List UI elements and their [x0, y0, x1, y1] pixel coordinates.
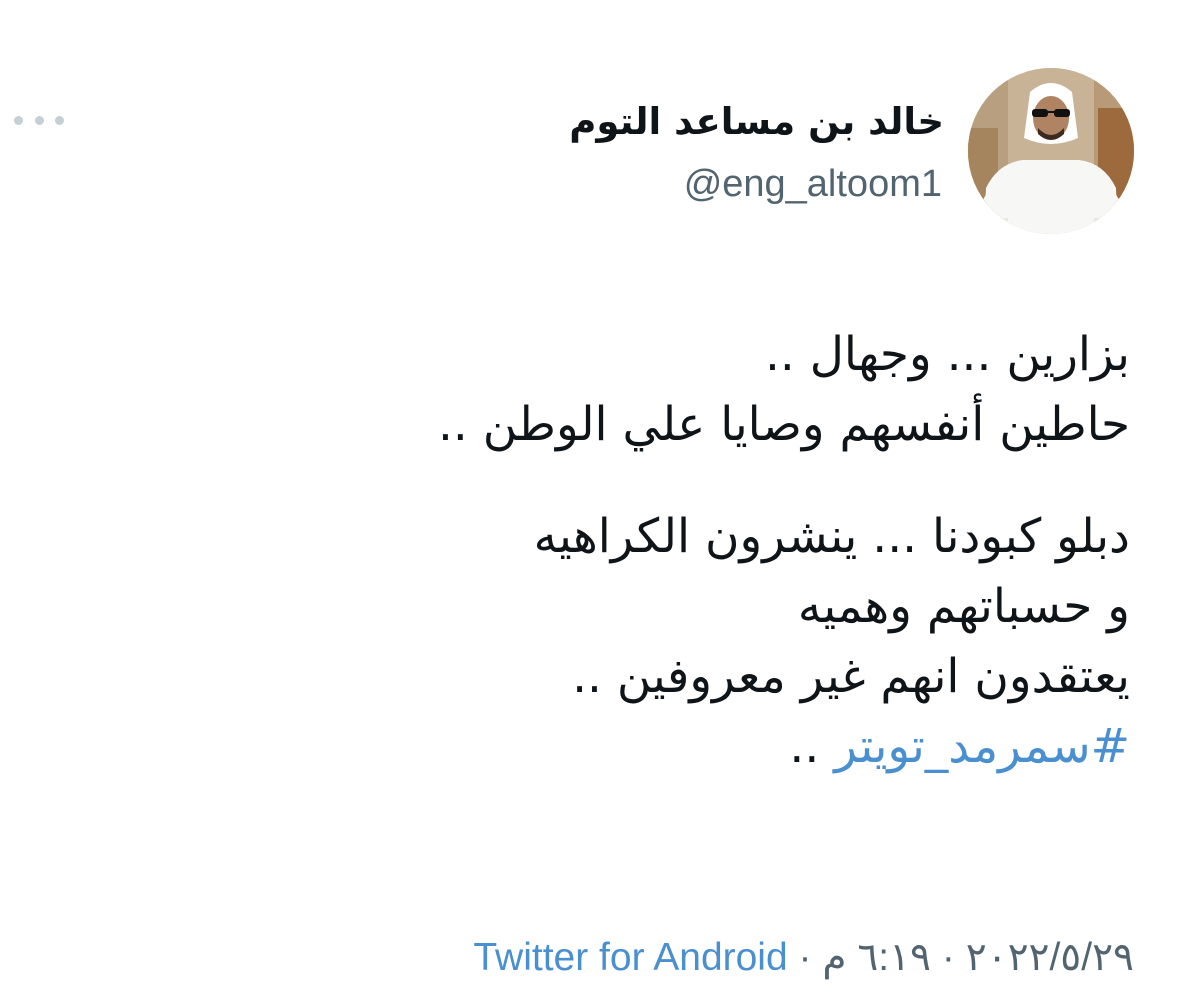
tweet-line: حاطين أنفسهم وصايا علي الوطن .. — [437, 397, 1130, 452]
tweet-meta: ٢٠٢٢/٥/٢٩ · ٦:١٩ م · Twitter for Android — [473, 930, 1134, 986]
display-name[interactable]: خالد بن مساعد التوم — [569, 92, 944, 152]
tweet-time[interactable]: ٦:١٩ م — [822, 936, 931, 979]
more-dot-icon — [34, 115, 44, 125]
user-handle[interactable]: @eng_altoom1 — [684, 158, 942, 210]
avatar-photo-icon — [968, 68, 1134, 234]
tweet-paragraph: بزارين ... وجهال .. حاطين أنفسهم وصايا ع… — [230, 320, 1130, 460]
meta-separator: · — [931, 936, 966, 979]
hashtag-suffix: .. — [789, 719, 835, 774]
tweet-line: يعتقدون انهم غير معروفين .. — [572, 649, 1130, 704]
tweet-line: دبلو كبودنا ... ينشرون الكراهيه — [533, 509, 1130, 564]
tweet-card: خالد بن مساعد التوم @eng_altoom1 بزارين … — [0, 0, 1194, 995]
tweet-line: بزارين ... وجهال .. — [764, 327, 1130, 382]
tweet-date[interactable]: ٢٠٢٢/٥/٢٩ — [966, 936, 1134, 979]
more-options-button[interactable] — [14, 108, 64, 132]
meta-separator: · — [787, 936, 823, 979]
avatar[interactable] — [968, 68, 1134, 234]
more-dot-icon — [55, 115, 64, 125]
more-dot-icon — [14, 115, 23, 125]
tweet-line-hashtag: #سمرمد_تويتر .. — [230, 712, 1130, 782]
tweet-paragraph: دبلو كبودنا ... ينشرون الكراهيه و حسباته… — [230, 502, 1130, 782]
tweet-text: بزارين ... وجهال .. حاطين أنفسهم وصايا ع… — [230, 320, 1130, 782]
tweet-source-link[interactable]: Twitter for Android — [473, 936, 787, 979]
tweet-line: و حسباتهم وهميه — [797, 579, 1130, 634]
hashtag-link[interactable]: #سمرمد_تويتر — [834, 719, 1130, 774]
